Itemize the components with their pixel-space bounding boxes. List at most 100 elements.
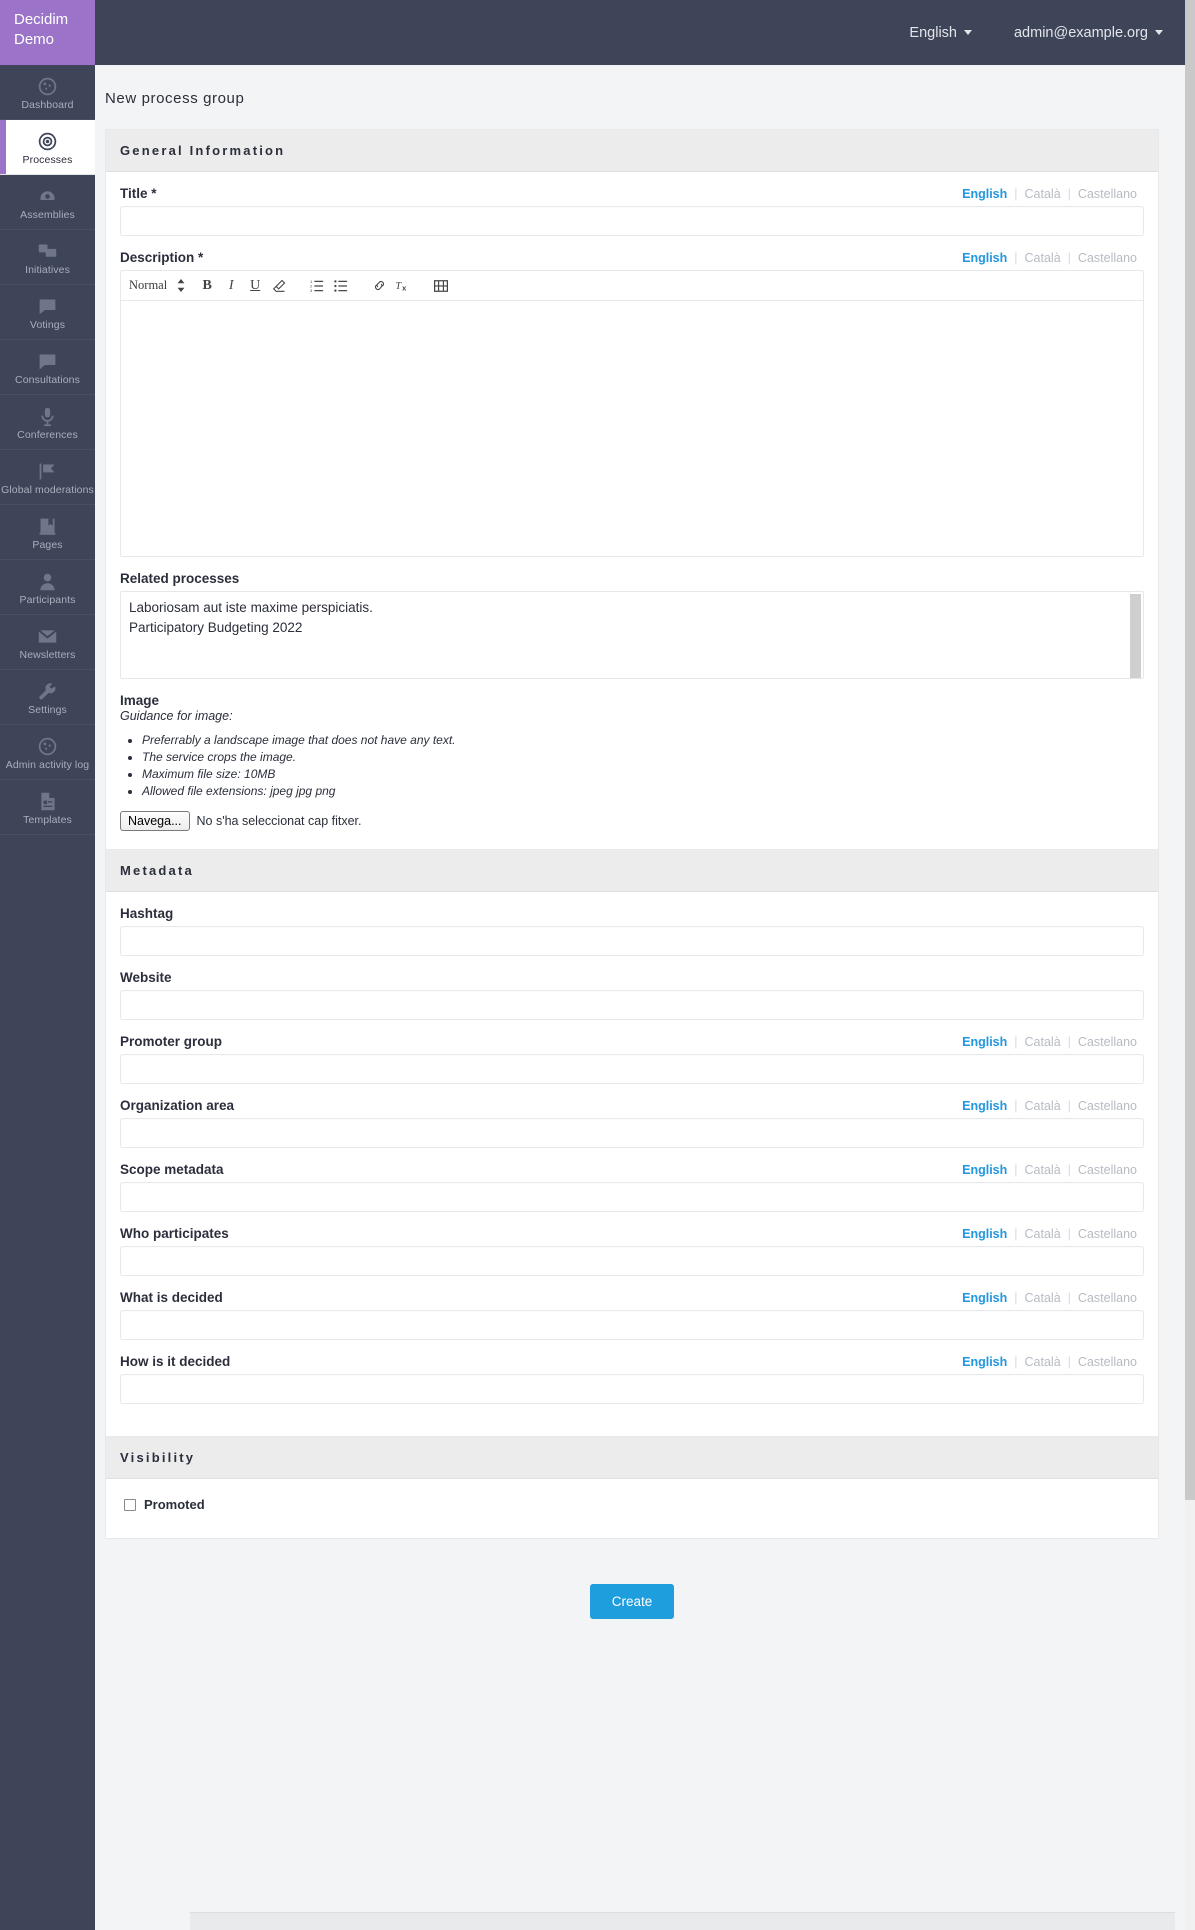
description-label: Description *: [120, 250, 204, 265]
lang-tab-english[interactable]: English: [962, 1163, 1014, 1177]
lang-tab-castellano[interactable]: Castellano: [1071, 1355, 1144, 1369]
promoter-group-input[interactable]: [120, 1054, 1144, 1084]
sidebar-item-pages[interactable]: Pages: [0, 505, 95, 560]
hashtag-label: Hashtag: [120, 906, 174, 921]
listbox-scrollbar-thumb[interactable]: [1130, 594, 1141, 678]
how-is-it-decided-field-group: How is it decided English | Català | Castella…: [120, 1354, 1144, 1404]
lang-tab-castellano[interactable]: Castellano: [1071, 1291, 1144, 1305]
who-participates-input[interactable]: [120, 1246, 1144, 1276]
image-guidance-item: Allowed file extensions: jpeg jpg png: [142, 783, 1144, 800]
website-input[interactable]: [120, 990, 1144, 1020]
lang-tab-english[interactable]: English: [962, 1035, 1014, 1049]
lang-tab-english[interactable]: English: [962, 1355, 1014, 1369]
sidebar: Decidim Demo Dashboard Processes Assemblie…: [0, 0, 95, 1930]
listbox-scrollbar[interactable]: [1130, 593, 1142, 678]
related-processes-listbox[interactable]: Laboriosam aut iste maxime perspiciatis.…: [120, 591, 1144, 679]
sidebar-item-initiatives[interactable]: Initiatives: [0, 230, 95, 285]
create-button[interactable]: Create: [589, 1584, 675, 1619]
file-status-text: No s'ha seleccionat cap fitxer.: [196, 814, 362, 828]
sidebar-item-label: Consultations: [15, 374, 80, 386]
flag-icon: [37, 460, 58, 482]
sidebar-item-admin-activity-log[interactable]: Admin activity log: [0, 725, 95, 780]
book-icon: [37, 515, 58, 537]
image-label: Image: [120, 693, 160, 708]
title-language-tabs: English | Català | Castellano: [962, 187, 1144, 201]
lang-tab-catala[interactable]: Català: [1018, 1227, 1068, 1241]
page-scrollbar[interactable]: [1185, 0, 1195, 1930]
organization-area-field-group: Organization area English | Català | Castella…: [120, 1098, 1144, 1148]
bold-button[interactable]: B: [195, 274, 219, 298]
language-selector[interactable]: English: [909, 25, 972, 41]
microphone-icon: [37, 405, 58, 427]
lang-tab-castellano[interactable]: Castellano: [1071, 187, 1144, 201]
sidebar-item-newsletters[interactable]: Newsletters: [0, 615, 95, 670]
title-input[interactable]: [120, 206, 1144, 236]
sidebar-item-processes[interactable]: Processes: [0, 120, 95, 175]
language-tabs: English | Català | Castellano: [962, 1035, 1144, 1049]
sidebar-item-consultations[interactable]: Consultations: [0, 340, 95, 395]
lang-tab-catala[interactable]: Català: [1018, 1291, 1068, 1305]
clear-format-button[interactable]: Tx: [391, 274, 415, 298]
lang-tab-castellano[interactable]: Castellano: [1071, 1227, 1144, 1241]
lang-tab-english[interactable]: English: [962, 1227, 1014, 1241]
sidebar-item-label: Templates: [23, 814, 72, 826]
list-item[interactable]: Laboriosam aut iste maxime perspiciatis.: [129, 598, 1135, 618]
video-embed-button[interactable]: [429, 274, 453, 298]
sidebar-item-participants[interactable]: Participants: [0, 560, 95, 615]
lang-tab-english[interactable]: English: [962, 187, 1014, 201]
lang-tab-catala[interactable]: Català: [1018, 1163, 1068, 1177]
sidebar-item-global-moderations[interactable]: Global moderations: [0, 450, 95, 505]
page-scrollbar-thumb[interactable]: [1185, 0, 1195, 1500]
general-information-heading: General Information: [106, 130, 1158, 172]
underline-button[interactable]: U: [243, 274, 267, 298]
visibility-card: Visibility Promoted: [105, 1436, 1159, 1539]
lang-tab-castellano[interactable]: Castellano: [1071, 1163, 1144, 1177]
activity-log-icon: [37, 735, 58, 757]
lang-tab-castellano[interactable]: Castellano: [1071, 1035, 1144, 1049]
hashtag-input[interactable]: [120, 926, 1144, 956]
format-select[interactable]: Normal: [129, 278, 185, 293]
lang-tab-english[interactable]: English: [962, 251, 1014, 265]
lang-tab-catala[interactable]: Català: [1018, 251, 1068, 265]
sidebar-item-dashboard[interactable]: Dashboard: [0, 65, 95, 120]
organization-area-input[interactable]: [120, 1118, 1144, 1148]
lang-tab-castellano[interactable]: Castellano: [1071, 251, 1144, 265]
lang-tab-catala[interactable]: Català: [1018, 1355, 1068, 1369]
scope-metadata-input[interactable]: [120, 1182, 1144, 1212]
promoted-checkbox-row[interactable]: Promoted: [120, 1493, 1144, 1518]
how-is-it-decided-input[interactable]: [120, 1374, 1144, 1404]
lang-tab-catala[interactable]: Català: [1018, 187, 1068, 201]
promoted-label: Promoted: [144, 1497, 205, 1512]
what-is-decided-input[interactable]: [120, 1310, 1144, 1340]
website-field-group: Website: [120, 970, 1144, 1020]
ordered-list-button[interactable]: 1 2 3: [305, 274, 329, 298]
lang-tab-castellano[interactable]: Castellano: [1071, 1099, 1144, 1113]
list-item[interactable]: Participatory Budgeting 2022: [129, 618, 1135, 638]
lang-tab-catala[interactable]: Català: [1018, 1099, 1068, 1113]
sidebar-item-assemblies[interactable]: Assemblies: [0, 175, 95, 230]
lang-tab-english[interactable]: English: [962, 1291, 1014, 1305]
lang-tab-catala[interactable]: Català: [1018, 1035, 1068, 1049]
bullet-list-button[interactable]: [329, 274, 353, 298]
link-button[interactable]: [367, 274, 391, 298]
sidebar-item-conferences[interactable]: Conferences: [0, 395, 95, 450]
account-menu[interactable]: admin@example.org: [1014, 25, 1163, 41]
sidebar-item-label: Participants: [19, 594, 76, 606]
browse-file-button[interactable]: Navega...: [120, 811, 190, 831]
sidebar-item-votings[interactable]: Votings: [0, 285, 95, 340]
brand-logo[interactable]: Decidim Demo: [0, 0, 95, 65]
lang-tab-english[interactable]: English: [962, 1099, 1014, 1113]
description-editor-area[interactable]: [121, 301, 1143, 556]
sidebar-item-label: Conferences: [17, 429, 78, 441]
italic-button[interactable]: I: [219, 274, 243, 298]
strike-button[interactable]: [267, 274, 291, 298]
ordered-list-icon: 1 2 3: [310, 279, 324, 293]
metadata-fields: Hashtag Website Promoter group English | Cata…: [106, 892, 1158, 1436]
promoted-checkbox[interactable]: [124, 1498, 136, 1511]
sidebar-item-templates[interactable]: Templates: [0, 780, 95, 835]
hashtag-field-group: Hashtag: [120, 906, 1144, 956]
top-bar: English admin@example.org: [95, 0, 1195, 65]
related-processes-label: Related processes: [120, 571, 240, 586]
language-selector-label: English: [909, 24, 957, 41]
sidebar-item-settings[interactable]: Settings: [0, 670, 95, 725]
